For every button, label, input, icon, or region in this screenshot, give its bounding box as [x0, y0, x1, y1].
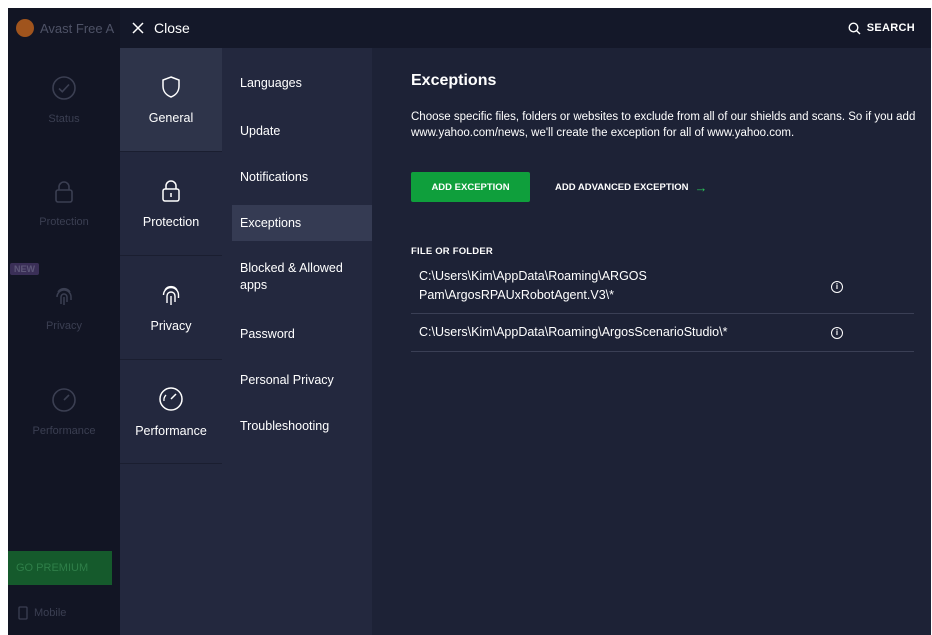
lock-icon: [55, 181, 73, 203]
submenu-troubleshooting[interactable]: Troubleshooting: [232, 416, 372, 436]
close-label: Close: [154, 20, 190, 36]
category-label: General: [148, 110, 194, 125]
background-app-title: Avast Free A: [8, 8, 128, 48]
arrow-right-icon: →: [694, 179, 708, 195]
info-icon[interactable]: i: [831, 281, 843, 293]
submenu-languages[interactable]: Languages: [232, 73, 372, 93]
category-label: Protection: [142, 214, 200, 229]
close-button[interactable]: Close: [132, 8, 190, 48]
exception-row[interactable]: C:\Users\Kim\AppData\Roaming\ARGOS Pam\A…: [411, 262, 914, 314]
exceptions-pane: Exceptions Choose specific files, folder…: [372, 48, 931, 635]
search-label: SEARCH: [866, 22, 915, 34]
background-nav-label: Privacy: [45, 320, 83, 332]
speedometer-icon: [159, 386, 183, 411]
background-nav-label: Performance: [32, 425, 96, 437]
background-nav-performance: Performance: [8, 360, 120, 464]
exceptions-description: Choose specific files, folders or websit…: [411, 111, 916, 139]
category-label: Performance: [135, 423, 207, 438]
settings-category-list: General Protection Privacy Performance: [120, 48, 222, 635]
submenu-password[interactable]: Password: [232, 324, 372, 344]
background-nav-status: Status: [8, 48, 120, 152]
add-advanced-exception-button[interactable]: ADD ADVANCED EXCEPTION →: [555, 172, 708, 202]
app-window: Avast Free A Status Protection NEW Priva…: [8, 8, 931, 635]
search-icon: [848, 21, 861, 34]
settings-submenu: Languages Update Notifications Exception…: [222, 48, 372, 635]
category-privacy[interactable]: Privacy: [120, 256, 222, 360]
submenu-exceptions[interactable]: Exceptions: [232, 205, 372, 241]
add-advanced-exception-label: ADD ADVANCED EXCEPTION: [555, 181, 689, 193]
background-nav-label: Protection: [39, 216, 89, 228]
category-general[interactable]: General: [120, 48, 222, 152]
background-nav-label: Status: [48, 113, 80, 125]
file-or-folder-heading: FILE OR FOLDER: [411, 246, 493, 257]
category-protection[interactable]: Protection: [120, 152, 222, 256]
background-nav-protection: Protection: [8, 152, 120, 256]
add-exception-button[interactable]: ADD EXCEPTION: [411, 172, 530, 202]
background-mobile: Mobile: [18, 606, 66, 620]
submenu-personal-privacy[interactable]: Personal Privacy: [232, 370, 372, 390]
exception-path: C:\Users\Kim\AppData\Roaming\ARGOS Pam\A…: [419, 269, 647, 302]
submenu-update[interactable]: Update: [232, 121, 372, 141]
submenu-notifications[interactable]: Notifications: [232, 167, 372, 187]
background-nav-privacy: Privacy: [8, 256, 120, 360]
fingerprint-icon: [162, 285, 180, 305]
check-circle-icon: [52, 76, 76, 100]
info-icon[interactable]: i: [831, 327, 843, 339]
shield-icon: [162, 75, 180, 98]
category-performance[interactable]: Performance: [120, 360, 222, 464]
search-button[interactable]: SEARCH: [848, 8, 915, 48]
background-sidebar: Avast Free A Status Protection NEW Priva…: [8, 8, 120, 635]
fingerprint-icon: [56, 287, 72, 305]
page-title: Exceptions: [411, 72, 497, 89]
app-title-text: Avast Free A: [40, 20, 115, 36]
lock-icon: [162, 179, 180, 202]
go-premium-button: GO PREMIUM: [8, 551, 112, 585]
exception-row[interactable]: C:\Users\Kim\AppData\Roaming\ArgosScenar…: [411, 314, 914, 352]
mobile-icon: [18, 606, 28, 620]
exception-path: C:\Users\Kim\AppData\Roaming\ArgosScenar…: [419, 325, 728, 339]
mobile-label: Mobile: [34, 607, 67, 619]
submenu-blocked-allowed-apps[interactable]: Blocked & Allowed apps: [232, 257, 362, 297]
speedometer-icon: [52, 388, 76, 412]
close-icon: [132, 22, 144, 34]
settings-topbar: Close SEARCH: [120, 8, 931, 48]
category-label: Privacy: [150, 318, 192, 333]
avast-logo-icon: [16, 19, 34, 37]
